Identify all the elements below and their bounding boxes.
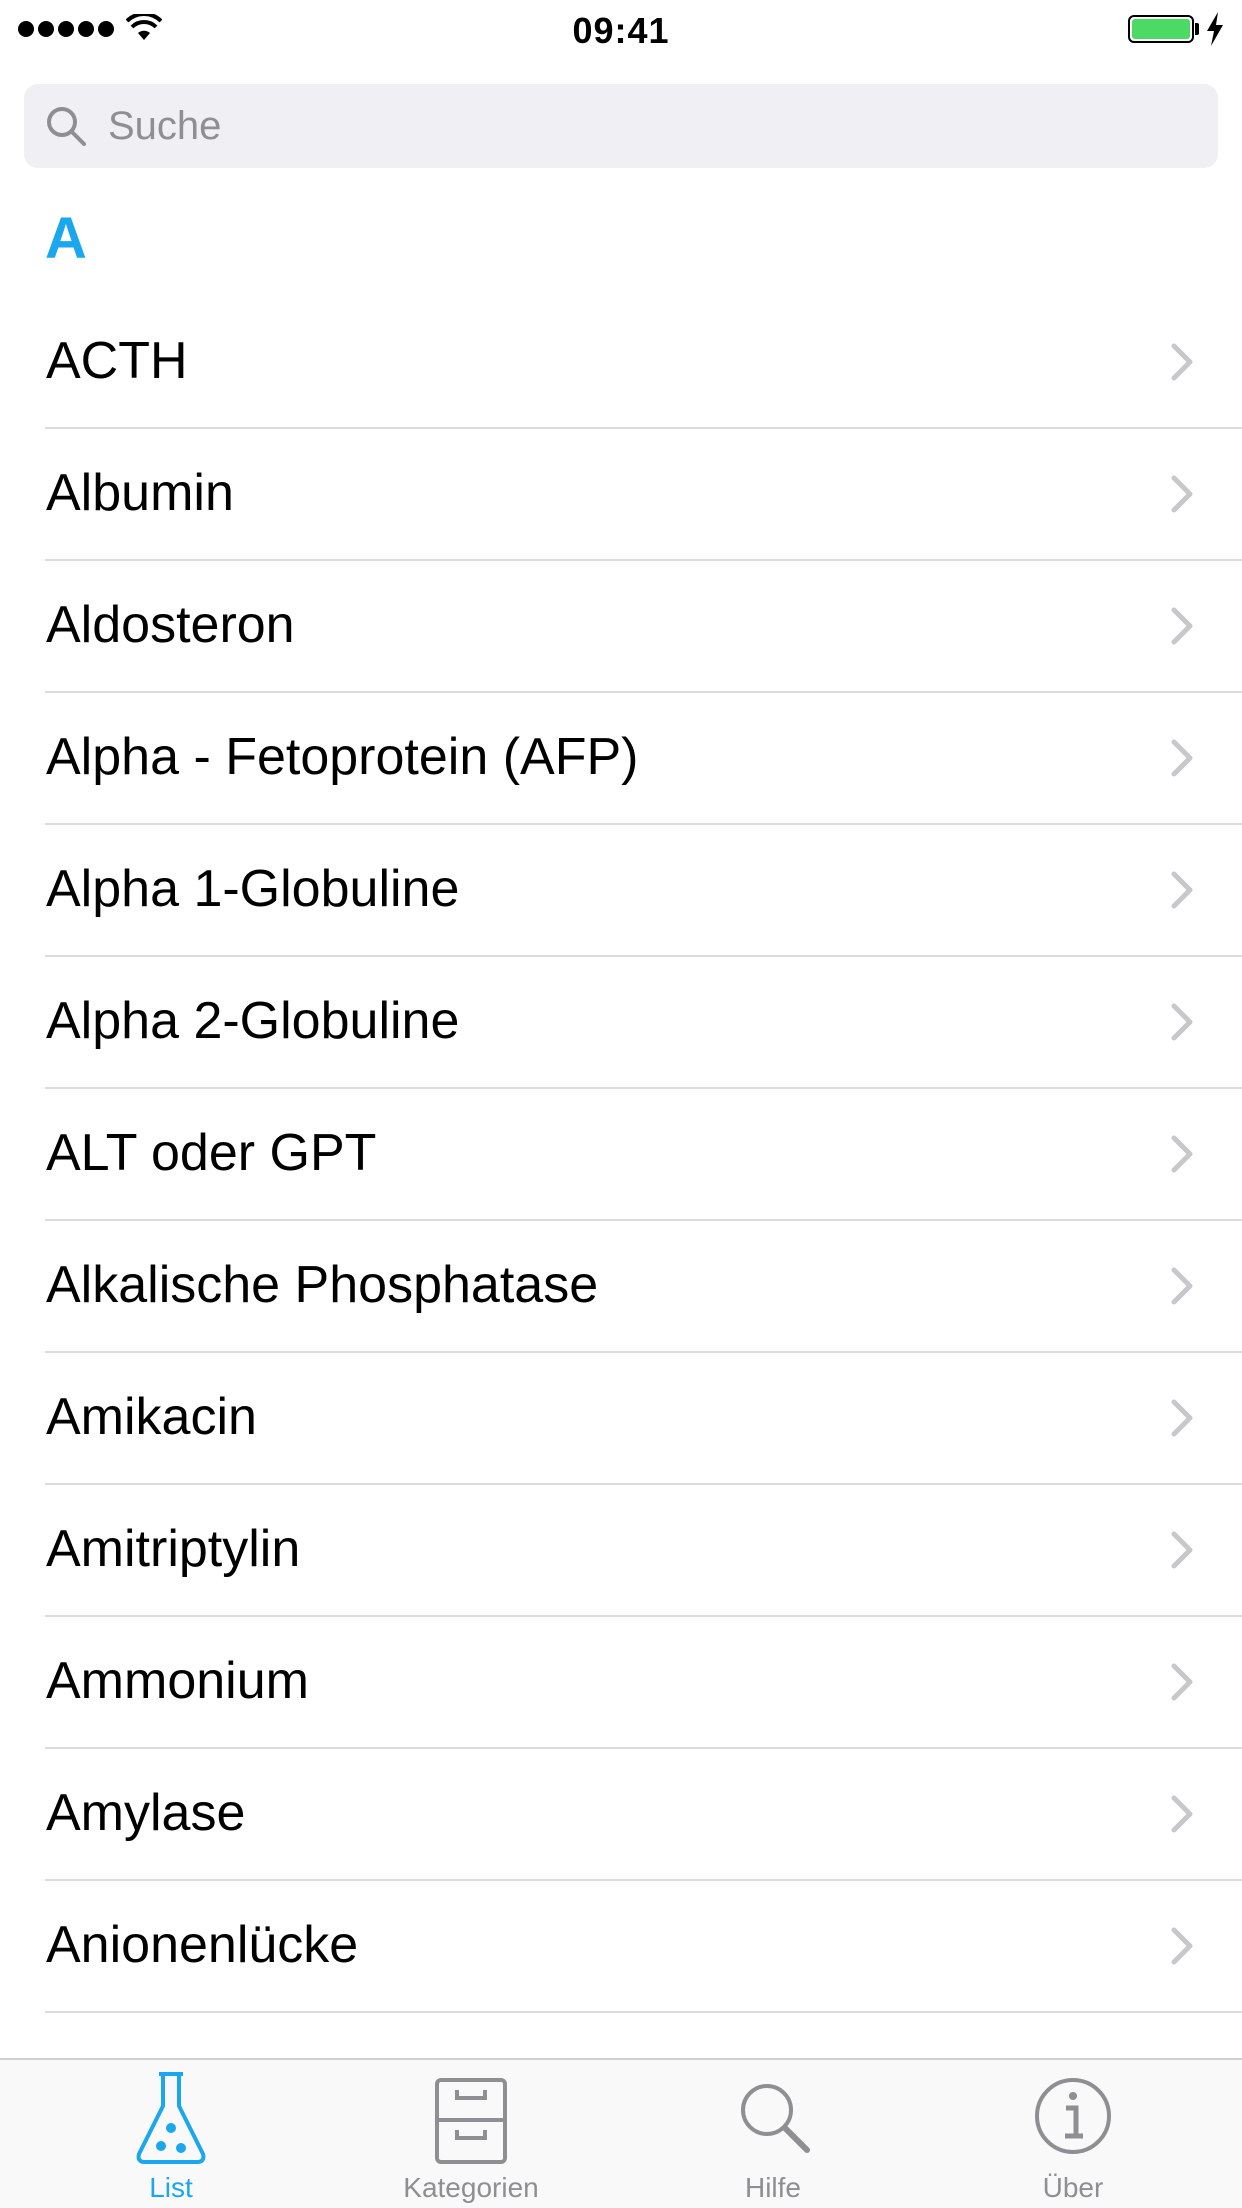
chevron-right-icon [1171,1135,1193,1173]
list-item[interactable]: Alkalische Phosphatase [0,1221,1242,1353]
search-icon [741,2084,810,2153]
list-item[interactable]: Amylase [0,1749,1242,1881]
list-item-label: Alkalische Phosphatase [46,1256,599,1314]
list-item-label: Alpha 2-Globuline [46,992,460,1050]
list-item-label: Ammonium [46,1652,309,1710]
chevron-right-icon [1171,607,1193,645]
list-item-label: Amikacin [46,1388,257,1446]
list-item-label: Amitriptylin [46,1520,301,1578]
list-item[interactable]: ACTH [0,297,1242,429]
tab-label: Hilfe [744,2172,801,2203]
tab-label: Über [1042,2172,1104,2203]
drawer-icon [435,2078,507,2164]
list-item-label: Amylase [46,1784,246,1842]
chevron-right-icon [1171,475,1193,513]
list-item[interactable]: Alpha 1-Globuline [0,825,1242,957]
status-bar: 09:41 [0,0,1242,60]
info-icon [1035,2078,1111,2154]
tab-ueber[interactable]: Über [918,2060,1228,2208]
chevron-right-icon [1171,1927,1193,1965]
tab-kategorien[interactable]: Kategorien [316,2060,626,2208]
chevron-right-icon [1171,1003,1193,1041]
tab-label: List [149,2172,193,2203]
list-item[interactable]: Amitriptylin [0,1485,1242,1617]
list-item[interactable]: Anionenlücke [0,1881,1242,2013]
status-time: 09:41 [572,10,670,51]
list-item-label: ACTH [46,332,188,390]
list-item[interactable]: ALT oder GPT [0,1089,1242,1221]
row-separator [45,2011,1242,2013]
list-item-label: Aldosteron [46,596,295,654]
list-item-label: ALT oder GPT [46,1124,377,1182]
chevron-right-icon [1171,1663,1193,1701]
list-item-label: Alpha - Fetoprotein (AFP) [46,728,639,786]
list-item-label: Alpha 1-Globuline [46,860,460,918]
list-item[interactable]: Albumin [0,429,1242,561]
chevron-right-icon [1171,1399,1193,1437]
section-header: A [45,206,87,271]
battery-icon [1128,15,1194,43]
item-list: ACTH Albumin Aldosteron Alpha - Fetoprot… [0,297,1242,2013]
chevron-right-icon [1171,1267,1193,1305]
tab-list[interactable]: List [16,2060,326,2208]
search-icon [47,107,86,146]
list-item[interactable]: Amikacin [0,1353,1242,1485]
charging-bolt-icon [1207,12,1223,46]
list-item[interactable]: Alpha 2-Globuline [0,957,1242,1089]
list-item[interactable]: Alpha - Fetoprotein (AFP) [0,693,1242,825]
chevron-right-icon [1171,1795,1193,1833]
tab-label: Kategorien [403,2172,539,2203]
chevron-right-icon [1171,871,1193,909]
battery-cap [1195,23,1199,35]
flask-icon [136,2072,206,2164]
tab-hilfe[interactable]: Hilfe [618,2060,928,2208]
chevron-right-icon [1171,739,1193,777]
list-item-label: Albumin [46,464,234,522]
tab-bar: List Kategorien Hilfe Über [0,2058,1242,2208]
search-bar[interactable] [24,84,1218,168]
chevron-right-icon [1171,343,1193,381]
list-item-label: Anionenlücke [46,1916,359,1974]
list-item[interactable]: Aldosteron [0,561,1242,693]
list-item[interactable]: Ammonium [0,1617,1242,1749]
chevron-right-icon [1171,1531,1193,1569]
search-input[interactable] [108,84,1188,168]
